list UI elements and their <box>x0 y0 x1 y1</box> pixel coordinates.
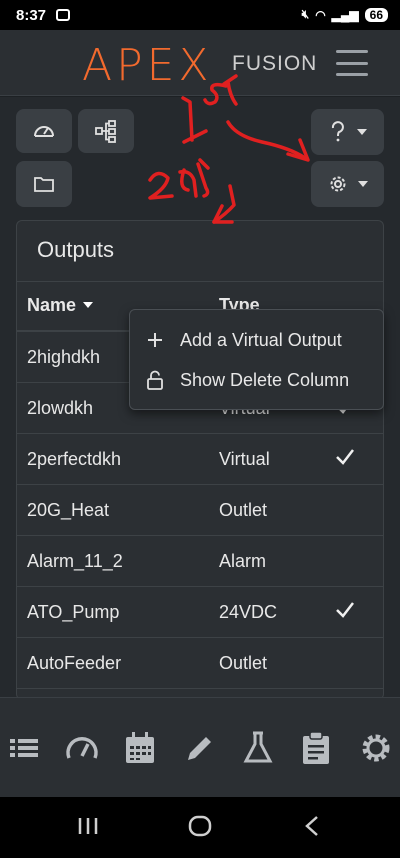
android-nav-bar <box>0 797 400 858</box>
edit-tab[interactable] <box>180 730 220 766</box>
output-name[interactable]: 2lowdkh <box>27 398 93 419</box>
pencil-icon <box>188 737 211 760</box>
settings-tab[interactable] <box>356 730 396 766</box>
gauge-icon <box>66 737 98 759</box>
wifi-icon: ◠ <box>315 7 326 22</box>
question-icon <box>331 121 344 142</box>
recent-apps-icon[interactable] <box>76 815 100 837</box>
name-column-header[interactable]: Name <box>27 295 94 316</box>
status-time: 8:37 <box>16 7 47 24</box>
mute-icon: 🔇︎ <box>301 7 310 21</box>
clipboard-icon <box>303 731 329 764</box>
status-icons: 🔇︎ ◠ ▂▄▆ 66 <box>302 7 388 22</box>
gear-icon <box>362 734 390 762</box>
gauge-icon <box>34 126 54 137</box>
sort-caret-icon <box>83 302 94 308</box>
output-name[interactable]: ATO_Pump <box>27 602 119 623</box>
show-delete-column-label: Show Delete Column <box>180 369 350 390</box>
output-type: 24VDC <box>219 602 278 622</box>
table-row[interactable]: 20G_Heat Outlet <box>17 485 383 536</box>
output-name[interactable]: 2highdkh <box>27 347 100 368</box>
caret-down-icon <box>358 181 368 187</box>
battery-level: 66 <box>364 7 388 22</box>
screen-record-icon <box>56 9 70 21</box>
flask-icon <box>243 731 273 763</box>
output-type: Alarm <box>219 551 267 571</box>
dashboard-tab[interactable] <box>62 730 102 766</box>
output-name[interactable]: 2perfectdkh <box>27 449 121 470</box>
output-type: Virtual <box>219 449 270 469</box>
settings-dropdown-button[interactable] <box>311 161 384 207</box>
folder-button[interactable] <box>16 161 72 207</box>
gear-icon <box>330 176 346 192</box>
home-icon[interactable] <box>188 815 212 837</box>
tree-view-button[interactable] <box>78 109 134 153</box>
output-name[interactable]: Alarm_11_2 <box>27 551 123 572</box>
table-row[interactable]: 2perfectdkh Virtual <box>17 434 383 485</box>
add-virtual-output-item[interactable]: Add a Virtual Output <box>130 320 385 360</box>
main-content: Outputs Name Type 2highdkhVirtual2lowdkh… <box>0 97 400 697</box>
bottom-tab-bar <box>0 697 400 797</box>
dashboard-button[interactable] <box>16 109 72 153</box>
checkmark-icon <box>335 601 355 624</box>
plus-icon <box>130 332 180 348</box>
app-header: APEX FUSION <box>0 30 400 96</box>
signal-icon: ▂▄▆ <box>331 7 359 22</box>
table-row[interactable]: AutoFeeder Outlet <box>17 638 383 689</box>
settings-dropdown-menu: Add a Virtual Output Show Delete Column <box>129 309 384 410</box>
list-icon <box>10 739 38 757</box>
apex-logo: APEX <box>82 40 213 91</box>
add-virtual-output-label: Add a Virtual Output <box>180 329 342 350</box>
calendar-icon <box>126 732 154 763</box>
output-type: Outlet <box>219 653 268 673</box>
menu-hamburger-icon[interactable] <box>336 50 368 76</box>
help-dropdown-button[interactable] <box>311 109 384 155</box>
sitemap-icon <box>95 120 116 143</box>
table-row[interactable]: Alarm_11_2 Alarm <box>17 536 383 587</box>
folder-icon <box>34 177 54 192</box>
checkmark-icon <box>335 448 355 471</box>
fusion-logo: FUSION <box>232 52 318 75</box>
show-delete-column-item[interactable]: Show Delete Column <box>130 360 385 400</box>
clipboard-tab[interactable] <box>296 730 336 766</box>
outputs-card: Outputs Name Type 2highdkhVirtual2lowdkh… <box>16 220 384 697</box>
lab-tab[interactable] <box>238 730 278 766</box>
output-name[interactable]: AutoFeeder <box>27 653 121 674</box>
calendar-tab[interactable] <box>120 730 160 766</box>
status-bar: 8:37 🔇︎ ◠ ▂▄▆ 66 <box>0 0 400 30</box>
back-icon[interactable] <box>302 815 322 837</box>
output-type: Outlet <box>219 500 268 520</box>
unlock-icon <box>130 370 180 390</box>
output-name[interactable]: 20G_Heat <box>27 500 109 521</box>
list-tab[interactable] <box>4 730 44 766</box>
caret-down-icon <box>357 129 367 135</box>
table-row[interactable]: ATO_Pump 24VDC <box>17 587 383 638</box>
outputs-title: Outputs <box>37 237 115 262</box>
